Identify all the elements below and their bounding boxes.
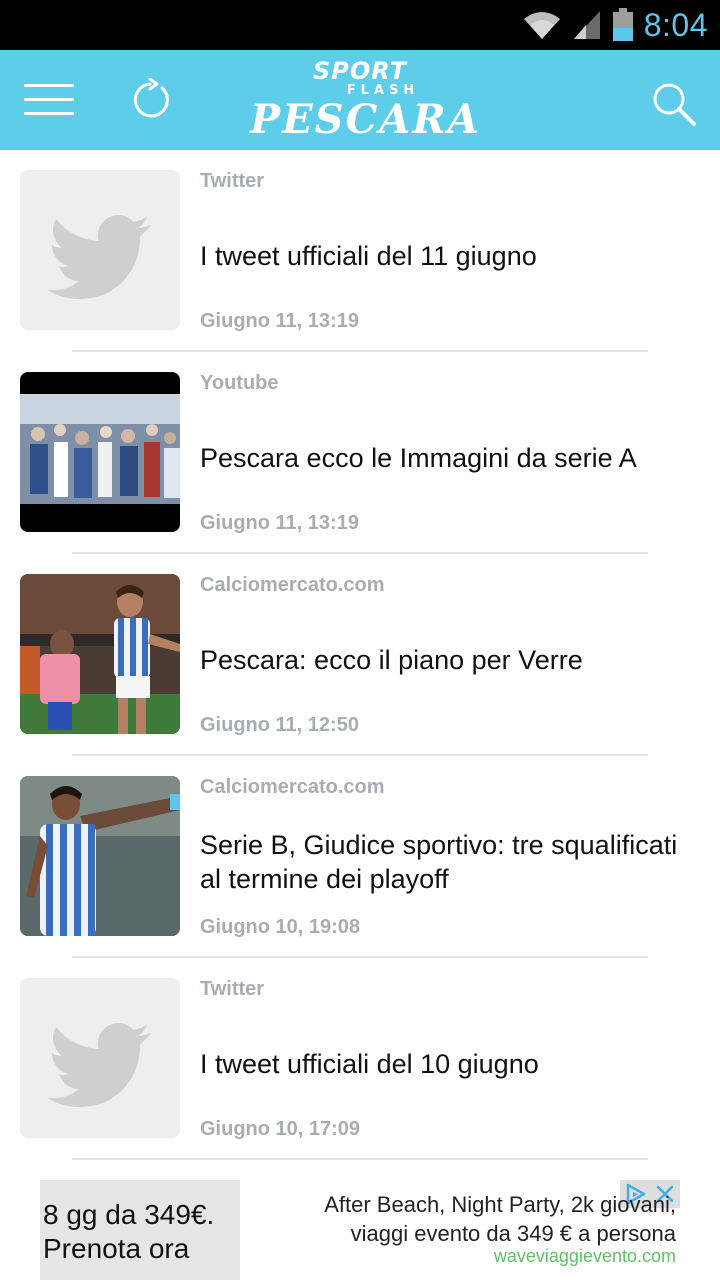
news-date: Giugno 11, 12:50 (200, 714, 359, 736)
crowd-photo-thumb (20, 372, 180, 532)
app-bar: SPORT FLASH PESCARA (0, 50, 720, 150)
hamburger-menu-icon[interactable] (24, 82, 76, 118)
status-clock: 8:04 (643, 6, 708, 43)
news-title[interactable]: Pescara ecco le Immagini da serie A (200, 414, 702, 502)
ad-banner[interactable]: 8 gg da 349€. Prenota ora After Beach, N… (0, 1160, 720, 1280)
signal-icon (573, 11, 600, 39)
news-item[interactable]: Twitter I tweet ufficiali del 11 giugno … (0, 150, 720, 352)
twitter-placeholder-thumb (20, 170, 180, 330)
ad-offer-line2: Prenota ora (43, 1233, 190, 1264)
battery-icon (612, 8, 633, 41)
refresh-icon[interactable] (128, 78, 172, 122)
player-pointing-thumb (20, 776, 180, 936)
ad-url[interactable]: waveviaggievento.com (494, 1246, 676, 1267)
logo-sport-text: SPORT (312, 57, 408, 85)
ad-image-text[interactable]: 8 gg da 349€. Prenota ora (40, 1180, 240, 1280)
ad-headline-line2: viaggi evento da 349 € a persona (350, 1221, 676, 1246)
wifi-icon (523, 12, 560, 39)
twitter-bird-icon (48, 215, 151, 299)
twitter-bird-icon (48, 1023, 151, 1107)
news-item[interactable]: Twitter I tweet ufficiali del 10 giugno … (0, 958, 720, 1160)
news-item[interactable]: Youtube Pescara ecco le Immagini da seri… (0, 352, 720, 554)
news-title[interactable]: I tweet ufficiali del 11 giugno (200, 212, 702, 300)
news-date: Giugno 10, 19:08 (200, 916, 361, 938)
news-source: Twitter (200, 170, 265, 192)
crowd-photo (20, 394, 180, 504)
logo-city-text: PESCARA (250, 96, 481, 143)
news-date: Giugno 10, 17:09 (200, 1118, 361, 1140)
news-title[interactable]: Serie B, Giudice sportivo: tre squalific… (200, 818, 702, 906)
player-pointing-photo (20, 776, 180, 936)
player-celebration-photo (20, 574, 180, 734)
news-date: Giugno 11, 13:19 (200, 512, 359, 534)
news-source: Calciomercato.com (200, 574, 385, 596)
news-item[interactable]: Calciomercato.com Pescara: ecco il piano… (0, 554, 720, 756)
news-date: Giugno 11, 13:19 (200, 310, 359, 332)
news-feed: Twitter I tweet ufficiali del 11 giugno … (0, 150, 720, 1160)
ad-offer-line1: 8 gg da 349€. (43, 1199, 215, 1230)
news-source: Calciomercato.com (200, 776, 385, 798)
news-item[interactable]: Calciomercato.com Serie B, Giudice sport… (0, 756, 720, 958)
twitter-placeholder-thumb (20, 978, 180, 1138)
news-source: Twitter (200, 978, 265, 1000)
status-bar: 8:04 (0, 0, 720, 50)
ad-headline[interactable]: After Beach, Night Party, 2k giovani, vi… (256, 1190, 676, 1248)
news-source: Youtube (200, 372, 279, 394)
player-celebration-thumb (20, 574, 180, 734)
app-logo: SPORT FLASH PESCARA (250, 57, 481, 144)
news-title[interactable]: Pescara: ecco il piano per Verre (200, 616, 702, 704)
news-title[interactable]: I tweet ufficiali del 10 giugno (200, 1020, 702, 1108)
search-icon[interactable] (650, 80, 698, 128)
ad-headline-line1: After Beach, Night Party, 2k giovani, (324, 1192, 676, 1217)
